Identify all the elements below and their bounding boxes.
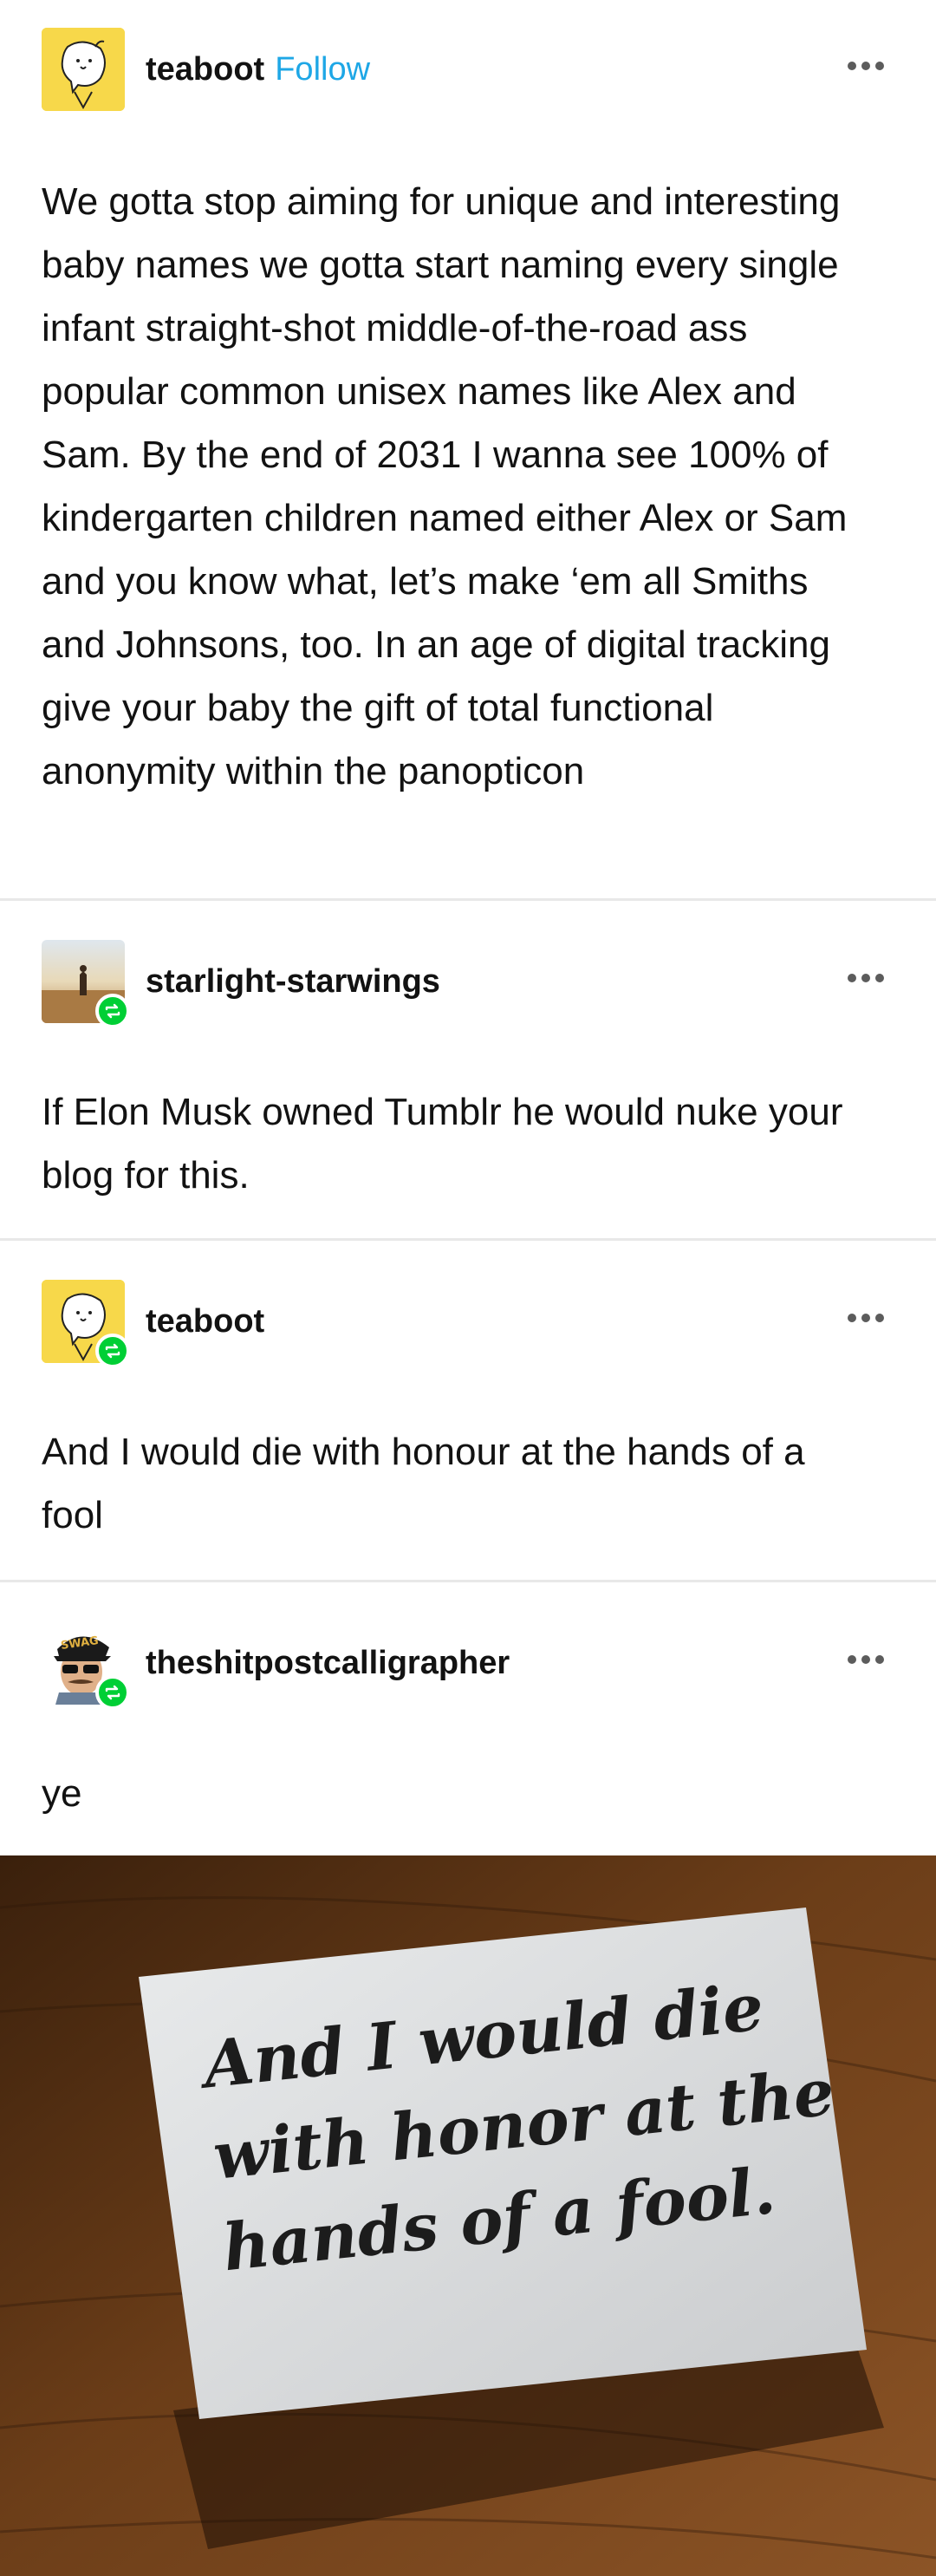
calligraphy-photo[interactable]: And I would die with honor at the hands … (0, 1855, 936, 2576)
post-body-text: We gotta stop aiming for unique and inte… (42, 180, 848, 792)
divider (0, 1238, 936, 1241)
username-theshitpostcalligrapher[interactable]: theshitpostcalligrapher (146, 1646, 510, 1680)
reblog-icon (95, 1334, 130, 1368)
post-header-teaboot-reply: teaboot (42, 1280, 894, 1368)
username-teaboot[interactable]: teaboot (146, 51, 264, 88)
reblog-body-text: If Elon Musk owned Tumblr he would nuke … (42, 1091, 843, 1197)
reblog-body-text: ye (42, 1772, 82, 1815)
reblog-body-text: And I would die with honour at the hands… (42, 1431, 805, 1536)
reblog-icon (95, 1675, 130, 1710)
username-teaboot[interactable]: teaboot (146, 1304, 264, 1339)
more-options-icon[interactable] (848, 969, 894, 987)
username-starlight-starwings[interactable]: starlight-starwings (146, 964, 440, 999)
follow-button[interactable]: Follow (275, 51, 370, 88)
divider (0, 898, 936, 901)
teaboot-avatar[interactable] (42, 28, 125, 111)
post-header-starlight-starwings: starlight-starwings (42, 940, 894, 1028)
post-header-teaboot: teaboot Follow (42, 28, 894, 111)
post-header-theshitpostcalligrapher: SWAG theshitpostcalligrapher (42, 1621, 894, 1710)
more-options-icon[interactable] (848, 1309, 894, 1327)
more-options-icon[interactable] (848, 57, 894, 75)
divider (0, 1580, 936, 1582)
post-author[interactable]: teaboot Follow (146, 52, 370, 87)
reblog-icon (95, 994, 130, 1028)
more-options-icon[interactable] (848, 1651, 894, 1668)
